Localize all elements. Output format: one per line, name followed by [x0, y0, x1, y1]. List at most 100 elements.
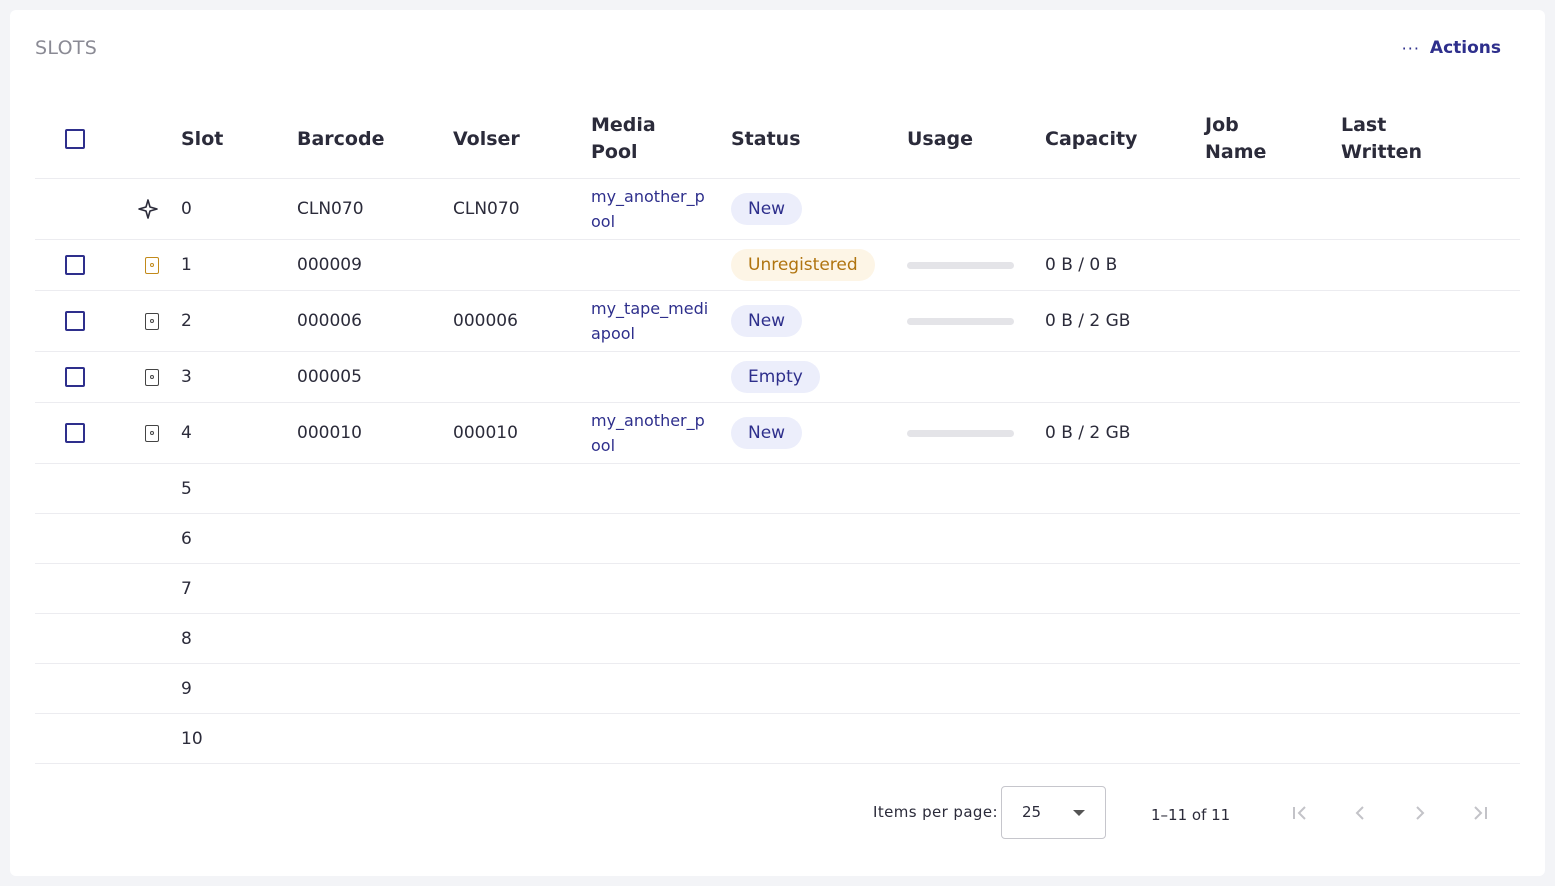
row-checkbox[interactable] [65, 423, 85, 443]
media-pool-text: my_tape_mediapool [591, 299, 709, 343]
paginator: Items per page: 25 1–11 of 11 [10, 786, 1545, 840]
header-job-name-line2: Name [1205, 141, 1267, 163]
media-pool-text: my_another_pool [591, 187, 705, 231]
status-cell: Unregistered [731, 240, 875, 290]
previous-page-button[interactable] [1345, 798, 1375, 828]
header-last-written-line1: Last [1341, 114, 1387, 136]
slots-card: SLOTS ··· Actions Slot Barcode Volser Me… [10, 10, 1545, 876]
header-usage[interactable]: Usage [907, 100, 973, 178]
table-row[interactable]: 10 [35, 714, 1520, 764]
tape-icon [145, 312, 159, 330]
table-row[interactable]: 2 000006 000006 my_tape_mediapool New 0 B / 2… [35, 291, 1520, 352]
usage-bar [907, 317, 1014, 325]
next-page-button[interactable] [1405, 798, 1435, 828]
table-row[interactable]: 7 [35, 564, 1520, 614]
actions-label: Actions [1429, 38, 1501, 58]
volser-cell: CLN070 [453, 199, 520, 219]
status-badge: New [731, 417, 803, 449]
status-badge: New [731, 305, 803, 337]
header-media-pool-line1: Media [591, 114, 656, 136]
tape-icon [145, 368, 159, 386]
slot-cell: 10 [181, 728, 203, 749]
barcode-cell: 000006 [297, 311, 362, 331]
card-title: SLOTS [35, 37, 98, 59]
slot-cell: 4 [181, 423, 192, 443]
table-row[interactable]: 1 000009 Unregistered 0 B / 0 B [35, 240, 1520, 291]
select-cell [65, 352, 85, 402]
select-cell [65, 240, 85, 290]
cleaning-star-icon [138, 199, 158, 219]
tape-icon [145, 424, 159, 442]
table-row[interactable]: 4 000010 000010 my_another_pool New 0 B / 2 G… [35, 403, 1520, 464]
slot-cell: 5 [181, 478, 192, 499]
status-cell: New [731, 291, 803, 351]
usage-cell [907, 240, 1014, 290]
actions-button[interactable]: ··· Actions [1402, 38, 1501, 58]
header-barcode[interactable]: Barcode [297, 100, 384, 178]
status-badge: Unregistered [731, 249, 875, 281]
slot-cell: 8 [181, 628, 192, 649]
header-last-written[interactable]: Last Written [1341, 100, 1422, 178]
media-type-cell [145, 352, 159, 402]
usage-bar [907, 261, 1014, 269]
usage-bar [907, 429, 1014, 437]
row-checkbox[interactable] [65, 367, 85, 387]
select-cell [65, 291, 85, 351]
volser-cell: 000010 [453, 423, 518, 443]
usage-cell [907, 403, 1014, 463]
items-per-page-select[interactable]: 25 [1001, 786, 1106, 839]
first-page-button[interactable] [1285, 798, 1315, 828]
table-body: 0 CLN070 CLN070 my_another_pool New 1 000009 Un… [35, 179, 1520, 764]
slot-cell: 7 [181, 578, 192, 599]
select-cell [65, 403, 85, 463]
header-media-pool-line2: Pool [591, 141, 638, 163]
header-slot[interactable]: Slot [181, 100, 223, 178]
table-row[interactable]: 3 000005 Empty [35, 352, 1520, 403]
media-pool-link[interactable]: my_another_pool [591, 179, 711, 239]
table-row[interactable]: 0 CLN070 CLN070 my_another_pool New [35, 179, 1520, 240]
slot-cell: 9 [181, 678, 192, 699]
media-type-cell [145, 403, 159, 463]
header-last-written-line2: Written [1341, 141, 1423, 163]
header-capacity[interactable]: Capacity [1045, 100, 1137, 178]
status-badge: Empty [731, 361, 820, 393]
capacity-cell: 0 B / 2 GB [1045, 423, 1131, 443]
first-page-icon [1293, 806, 1306, 820]
select-all-checkbox[interactable] [65, 129, 85, 149]
table-row[interactable]: 6 [35, 514, 1520, 564]
page-range-label: 1–11 of 11 [1151, 806, 1231, 824]
next-page-icon [1416, 806, 1425, 820]
media-type-cell [145, 240, 159, 290]
header-media-pool[interactable]: Media Pool [591, 100, 711, 178]
media-type-cell [145, 291, 159, 351]
slot-cell: 6 [181, 528, 192, 549]
table-row[interactable]: 9 [35, 664, 1520, 714]
slot-cell: 3 [181, 367, 192, 387]
status-cell: New [731, 403, 803, 463]
previous-page-icon [1355, 806, 1364, 820]
status-cell: Empty [731, 352, 820, 402]
header-job-name-line1: Job [1205, 114, 1239, 136]
media-type-cell [138, 179, 159, 239]
media-pool-text: my_another_pool [591, 411, 705, 455]
slot-cell: 0 [181, 199, 192, 219]
last-page-button[interactable] [1465, 798, 1495, 828]
barcode-cell: 000009 [297, 255, 362, 275]
table-row[interactable]: 8 [35, 614, 1520, 664]
items-per-page-label: Items per page: [873, 803, 998, 821]
table-header: Slot Barcode Volser Media Pool Status Us… [35, 100, 1520, 179]
header-select-cell [65, 100, 85, 178]
chevron-down-icon [1073, 810, 1085, 816]
row-checkbox[interactable] [65, 311, 85, 331]
header-status[interactable]: Status [731, 100, 801, 178]
header-job-name[interactable]: Job Name [1205, 100, 1266, 178]
slot-cell: 2 [181, 311, 192, 331]
table-row[interactable]: 5 [35, 464, 1520, 514]
media-pool-link[interactable]: my_tape_mediapool [591, 291, 711, 351]
volser-cell: 000006 [453, 311, 518, 331]
status-badge: New [731, 193, 803, 225]
row-checkbox[interactable] [65, 255, 85, 275]
header-volser[interactable]: Volser [453, 100, 520, 178]
items-per-page-value: 25 [1022, 803, 1042, 821]
media-pool-link[interactable]: my_another_pool [591, 403, 711, 463]
